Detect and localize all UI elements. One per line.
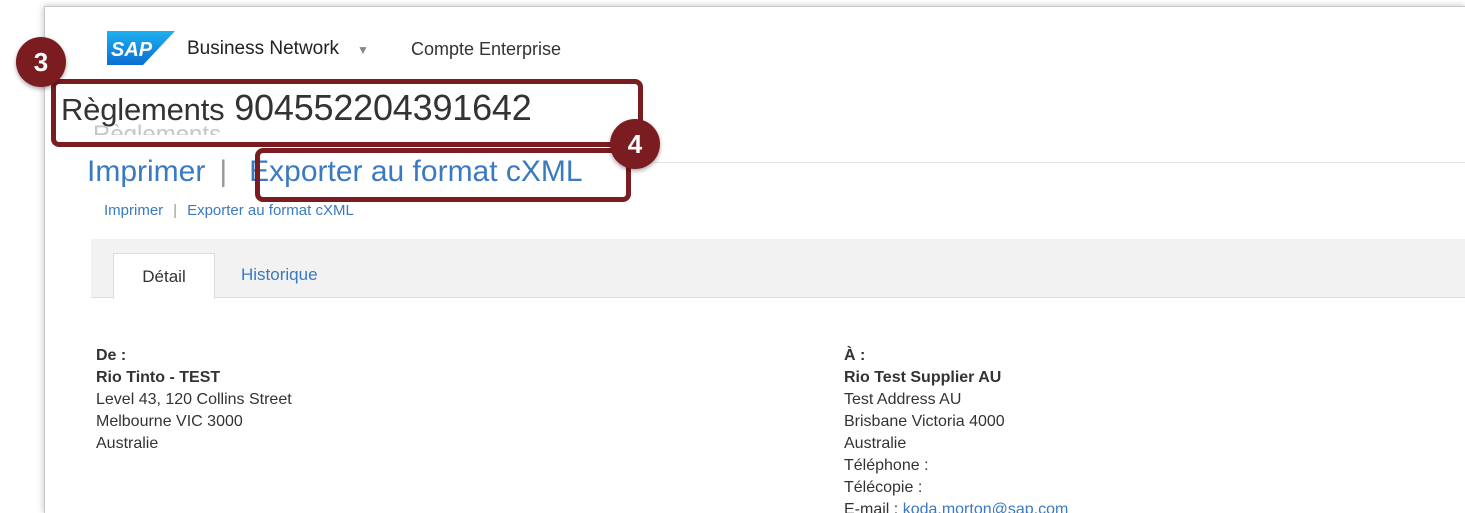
from-line: Level 43, 120 Collins Street <box>96 391 292 408</box>
tab-history[interactable]: Historique <box>241 253 318 297</box>
to-email-label: E-mail : <box>844 501 899 513</box>
to-address: À : Rio Test Supplier AU Test Address AU… <box>844 345 1068 513</box>
print-link-zoomed[interactable]: Imprimer <box>87 155 205 188</box>
tab-bar: Détail Historique <box>91 239 1465 299</box>
from-address: De : Rio Tinto - TEST Level 43, 120 Coll… <box>96 345 292 455</box>
to-heading: À : <box>844 347 866 364</box>
separator: | <box>219 155 228 188</box>
to-line: Australie <box>844 435 907 452</box>
callout-badge-3: 3 <box>16 37 66 87</box>
from-heading: De : <box>96 347 127 364</box>
highlight-box-export <box>255 148 631 202</box>
to-fax-label: Télécopie : <box>844 479 923 496</box>
callout-badge-4: 4 <box>610 119 660 169</box>
app-window: SAP Business Network ▼ Compte Enterprise… <box>44 6 1465 513</box>
sap-logo-text: SAP <box>111 39 153 61</box>
action-links: Imprimer | Exporter au format cXML <box>104 202 354 219</box>
page-title: Règlements 904552204391642 <box>61 87 532 129</box>
tab-detail[interactable]: Détail <box>113 253 215 299</box>
page-title-prefix: Règlements <box>61 92 225 127</box>
separator: | <box>173 202 178 219</box>
from-line: Melbourne VIC 3000 <box>96 413 243 430</box>
brand-name[interactable]: Business Network <box>187 38 339 60</box>
account-type: Compte Enterprise <box>411 39 562 59</box>
to-line: Test Address AU <box>844 391 962 408</box>
page-title-number: 904552204391642 <box>234 87 532 128</box>
print-link[interactable]: Imprimer <box>104 202 163 219</box>
to-name: Rio Test Supplier AU <box>844 369 1002 386</box>
from-name: Rio Tinto - TEST <box>96 369 221 386</box>
divider <box>655 162 1465 163</box>
to-email-link[interactable]: koda.morton@sap.com <box>903 501 1069 513</box>
to-line: Brisbane Victoria 4000 <box>844 413 1005 430</box>
export-cxml-link[interactable]: Exporter au format cXML <box>187 202 354 219</box>
from-line: Australie <box>96 435 159 452</box>
to-phone-label: Téléphone : <box>844 457 929 474</box>
chevron-down-icon[interactable]: ▼ <box>357 43 369 57</box>
to-email-row: E-mail : koda.morton@sap.com <box>844 499 1068 513</box>
sap-logo[interactable]: SAP <box>107 31 175 65</box>
